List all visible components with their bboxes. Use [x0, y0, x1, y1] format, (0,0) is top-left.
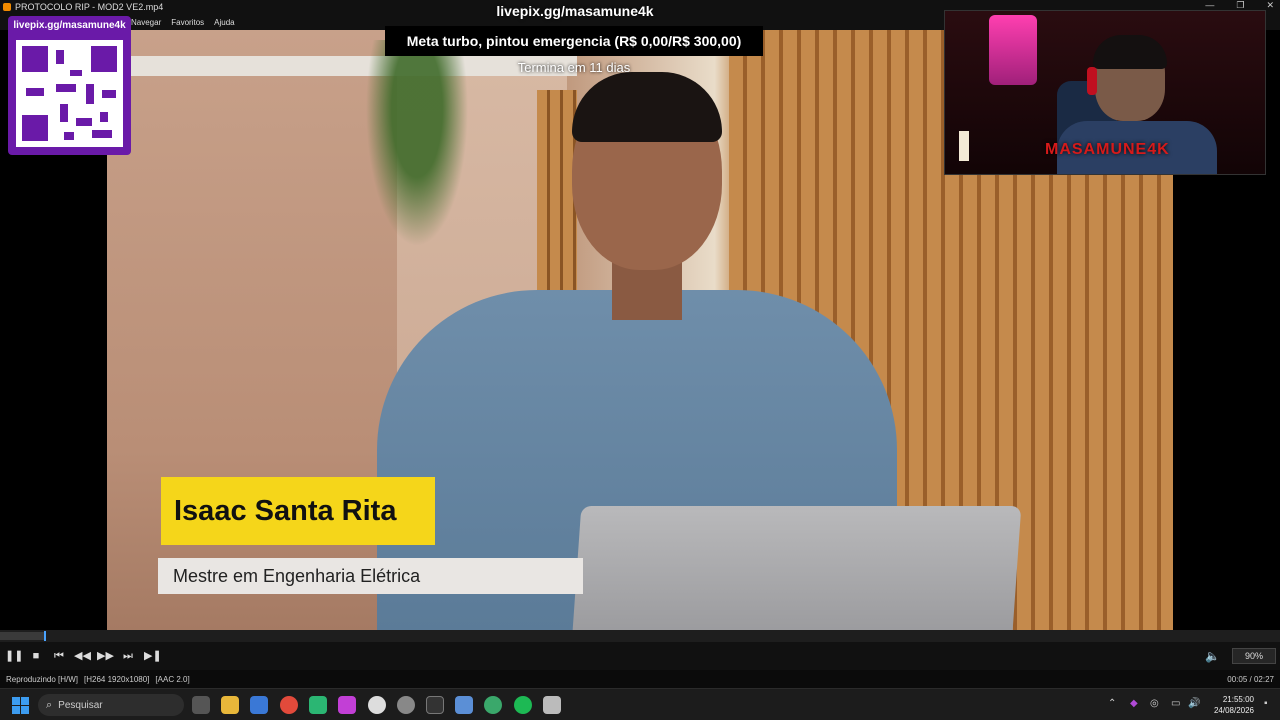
candle — [959, 131, 969, 161]
start-button[interactable] — [12, 697, 29, 714]
whatsapp-icon[interactable] — [309, 696, 327, 714]
microphone-light — [989, 15, 1037, 85]
volume-level[interactable]: 90% — [1232, 648, 1276, 664]
clock-time: 21:55:00 — [1222, 695, 1254, 704]
status-audio-codec: [AAC 2.0] — [155, 674, 190, 684]
volume-icon[interactable]: 🔈 — [1205, 648, 1221, 664]
pause-button[interactable]: ❚❚ — [5, 648, 23, 664]
donation-goal-deadline: Termina em 11 dias — [517, 60, 631, 75]
clock-date: 24/08/2026 — [1213, 706, 1254, 715]
seek-bar[interactable] — [0, 630, 1280, 642]
presenter-title: Mestre em Engenharia Elétrica — [173, 565, 421, 586]
tray-app-icon[interactable]: ◆ — [1130, 698, 1138, 709]
seek-bar-played — [0, 632, 44, 640]
forward-button[interactable]: ▶▶ — [97, 648, 114, 664]
streamer-hair — [1093, 35, 1167, 69]
presenter-name: Isaac Santa Rita — [174, 494, 397, 527]
frame-step-button[interactable]: ▶❚ — [144, 648, 162, 664]
taskbar-clock[interactable]: 21:55:00 24/08/2026 — [1206, 694, 1254, 716]
window-app-icon[interactable] — [455, 696, 473, 714]
tray-chevron-icon[interactable]: ⌃ — [1108, 698, 1116, 709]
terminal-icon[interactable] — [426, 696, 444, 714]
screen: PROTOCOLO RIP - MOD2 VE2.mp4 — ❐ ✕ Naveg… — [0, 0, 1280, 720]
status-video-codec: [H264 1920x1080] — [84, 674, 150, 684]
notification-icon[interactable]: ▪ — [1264, 698, 1268, 709]
qr-label: livepix.gg/masamune4k — [13, 20, 126, 31]
webcam-brand-logo: MASAMUNE4K — [1045, 141, 1170, 158]
rewind-button[interactable]: ◀◀ — [74, 648, 91, 664]
next-button[interactable]: ⏭ — [120, 648, 136, 664]
app-pink-icon[interactable] — [338, 696, 356, 714]
status-playing: Reproduzindo [H/W] — [6, 674, 79, 684]
donation-goal-box: Meta turbo, pintou emergencia (R$ 0,00/R… — [385, 26, 763, 56]
chrome-icon[interactable] — [280, 696, 298, 714]
playback-time: 00:05 / 02:27 — [1227, 674, 1274, 684]
status-bar: Reproduzindo [H/W] [H264 1920x1080] [AAC… — [0, 670, 1280, 688]
presenter-hair — [572, 72, 722, 142]
settings-icon[interactable] — [368, 696, 386, 714]
file-explorer-icon[interactable] — [221, 696, 239, 714]
task-view-icon[interactable] — [192, 696, 210, 714]
network-icon[interactable]: ◎ — [1150, 698, 1159, 709]
previous-button[interactable]: ⏮ — [51, 648, 67, 664]
player-controls: ❚❚ ■ ⏮ ◀◀ ▶▶ ⏭ ▶❚ 🔈 — [0, 642, 1280, 670]
store-icon[interactable] — [250, 696, 268, 714]
lower-third-name-box: Isaac Santa Rita — [161, 477, 435, 545]
spotify-icon[interactable] — [514, 696, 532, 714]
search-placeholder: Pesquisar — [58, 699, 103, 711]
lower-third-title-box: Mestre em Engenharia Elétrica — [158, 558, 583, 594]
speaker-icon[interactable]: 🔊 — [1188, 698, 1200, 709]
recorder-icon[interactable] — [397, 696, 415, 714]
qr-panel: livepix.gg/masamune4k — [8, 16, 131, 155]
search-icon: ⌕ — [46, 698, 53, 711]
taskbar-search[interactable]: ⌕ Pesquisar — [38, 694, 184, 716]
qr-code-icon — [16, 40, 123, 147]
headset-icon — [1087, 67, 1097, 95]
taskbar: ⌕ Pesquisar ⌃ ◆ ◎ ▭ 🔊 21:55:00 24/08/202… — [0, 688, 1280, 720]
media-player-icon[interactable] — [543, 696, 561, 714]
close-button[interactable]: ✕ — [1266, 0, 1274, 11]
display-icon[interactable]: ▭ — [1171, 698, 1180, 709]
laptop — [572, 506, 1022, 630]
stop-button[interactable]: ■ — [28, 648, 44, 664]
xbox-icon[interactable] — [484, 696, 502, 714]
donation-goal-text: Meta turbo, pintou emergencia (R$ 0,00/R… — [406, 33, 742, 49]
seek-bar-thumb[interactable] — [43, 631, 46, 641]
webcam-overlay: MASAMUNE4K — [944, 10, 1266, 175]
